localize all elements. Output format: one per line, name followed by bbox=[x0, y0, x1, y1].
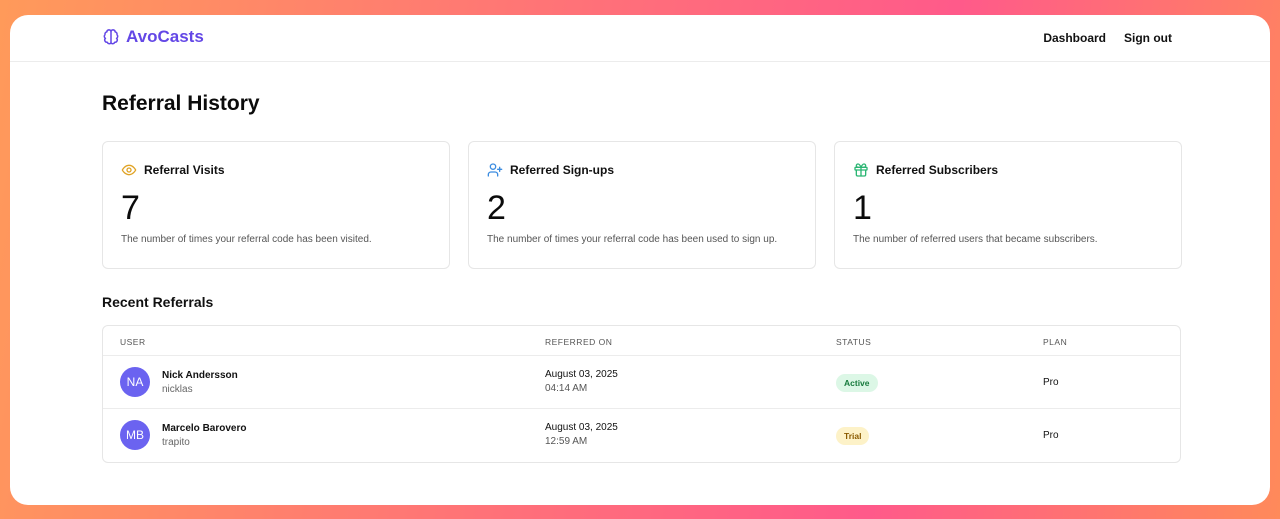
stat-value: 7 bbox=[121, 189, 140, 227]
app-window: AvoCasts Dashboard Sign out Referral His… bbox=[10, 15, 1270, 505]
dashboard-link[interactable]: Dashboard bbox=[1043, 31, 1106, 45]
user-plus-icon bbox=[487, 163, 503, 177]
stat-label: Referred Subscribers bbox=[876, 163, 999, 177]
plan-value: Pro bbox=[1043, 377, 1059, 388]
user-name: Nick Andersson bbox=[162, 369, 238, 381]
header-status: STATUS bbox=[836, 337, 872, 347]
page-title: Referral History bbox=[102, 92, 260, 115]
avatar: NA bbox=[120, 367, 150, 397]
user-name: Marcelo Barovero bbox=[162, 422, 247, 434]
signout-link[interactable]: Sign out bbox=[1124, 31, 1172, 45]
user-handle: nicklas bbox=[162, 383, 193, 395]
user-handle: trapito bbox=[162, 436, 190, 448]
stat-description: The number of referred users that became… bbox=[853, 234, 1098, 245]
plan-value: Pro bbox=[1043, 430, 1059, 441]
table-header: USER REFERRED ON STATUS PLAN bbox=[103, 326, 1180, 356]
stat-label: Referred Sign-ups bbox=[510, 163, 615, 177]
stat-description: The number of times your referral code h… bbox=[121, 234, 372, 245]
eye-icon bbox=[121, 164, 137, 176]
brain-icon bbox=[103, 29, 119, 45]
stat-value: 1 bbox=[853, 189, 872, 227]
gift-icon bbox=[854, 163, 868, 177]
brand-name: AvoCasts bbox=[126, 27, 204, 46]
header-user: USER bbox=[120, 337, 146, 347]
brand-logo[interactable]: AvoCasts bbox=[102, 27, 204, 47]
stat-value: 2 bbox=[487, 189, 506, 227]
status-badge: Active bbox=[836, 374, 878, 392]
stat-card-subscribers: Referred Subscribers 1 The number of ref… bbox=[834, 141, 1182, 269]
stat-card-visits: Referral Visits 7 The number of times yo… bbox=[102, 141, 450, 269]
referrals-table: USER REFERRED ON STATUS PLAN NA Nick And… bbox=[102, 325, 1181, 463]
referred-date: August 03, 2025 bbox=[545, 422, 618, 433]
header-plan: PLAN bbox=[1043, 337, 1068, 347]
stat-card-signups: Referred Sign-ups 2 The number of times … bbox=[468, 141, 816, 269]
status-badge: Trial bbox=[836, 427, 870, 445]
avatar: MB bbox=[120, 420, 150, 450]
nav-links: Dashboard Sign out bbox=[1043, 31, 1172, 45]
referred-date: August 03, 2025 bbox=[545, 369, 618, 380]
top-nav: AvoCasts Dashboard Sign out bbox=[10, 15, 1270, 62]
stat-description: The number of times your referral code h… bbox=[487, 234, 778, 245]
table-row[interactable]: NA Nick Andersson nicklas August 03, 202… bbox=[103, 356, 1180, 409]
stat-label: Referral Visits bbox=[144, 163, 225, 177]
table-row[interactable]: MB Marcelo Barovero trapito August 03, 2… bbox=[103, 409, 1180, 462]
referred-time: 04:14 AM bbox=[545, 383, 588, 394]
referred-time: 12:59 AM bbox=[545, 436, 588, 447]
header-referred-on: REFERRED ON bbox=[545, 337, 613, 347]
recent-referrals-title: Recent Referrals bbox=[102, 294, 214, 310]
stats-row: Referral Visits 7 The number of times yo… bbox=[102, 141, 1182, 269]
